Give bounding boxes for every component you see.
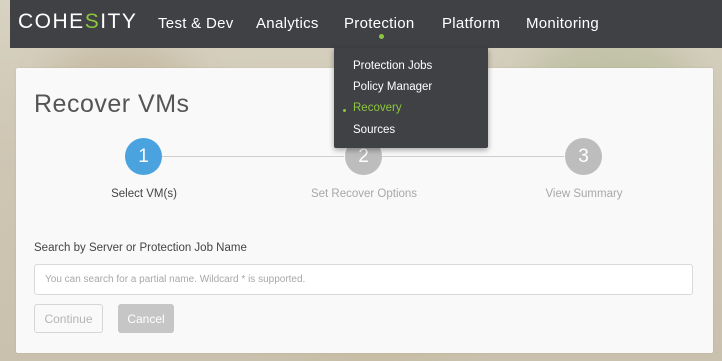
step-1-circle[interactable]: 1 [125,138,162,175]
nav-item-platform[interactable]: Platform [442,15,500,32]
nav-item-protection[interactable]: Protection [344,15,415,32]
continue-button[interactable]: Continue [34,304,103,333]
step-2-number: 2 [358,145,369,167]
step-connector-1-2 [162,156,344,157]
logo-text-suffix: ITY [100,10,138,33]
protection-dropdown-menu: Protection Jobs Policy Manager Recovery … [334,48,488,148]
cancel-button[interactable]: Cancel [118,304,174,333]
step-1-label: Select VM(s) [111,188,177,200]
step-1-number: 1 [138,145,149,167]
step-3-circle[interactable]: 3 [565,138,602,175]
top-navigation-bar: COHESITY Test & Dev Analytics Protection… [10,0,722,48]
active-nav-indicator [379,34,384,39]
step-2-label: Set Recover Options [310,188,418,200]
nav-item-test-dev[interactable]: Test & Dev [158,15,234,32]
logo-text-accent: S [84,10,101,33]
menu-item-recovery[interactable]: Recovery [353,102,402,114]
menu-item-sources[interactable]: Sources [353,124,395,136]
menu-item-policy-manager[interactable]: Policy Manager [353,81,432,93]
step-3-number: 3 [578,145,589,167]
search-label: Search by Server or Protection Job Name [34,242,247,254]
step-connector-2-3 [382,156,564,157]
step-3-label: View Summary [545,188,623,200]
nav-item-analytics[interactable]: Analytics [256,15,319,32]
logo-text-prefix: COHE [18,10,85,33]
page-title: Recover VMs [34,90,190,118]
search-input[interactable] [34,264,693,295]
menu-item-protection-jobs[interactable]: Protection Jobs [353,60,432,72]
active-menu-bullet-icon [343,109,346,112]
nav-item-monitoring[interactable]: Monitoring [526,15,599,32]
cohesity-logo[interactable]: COHESITY [18,10,137,34]
